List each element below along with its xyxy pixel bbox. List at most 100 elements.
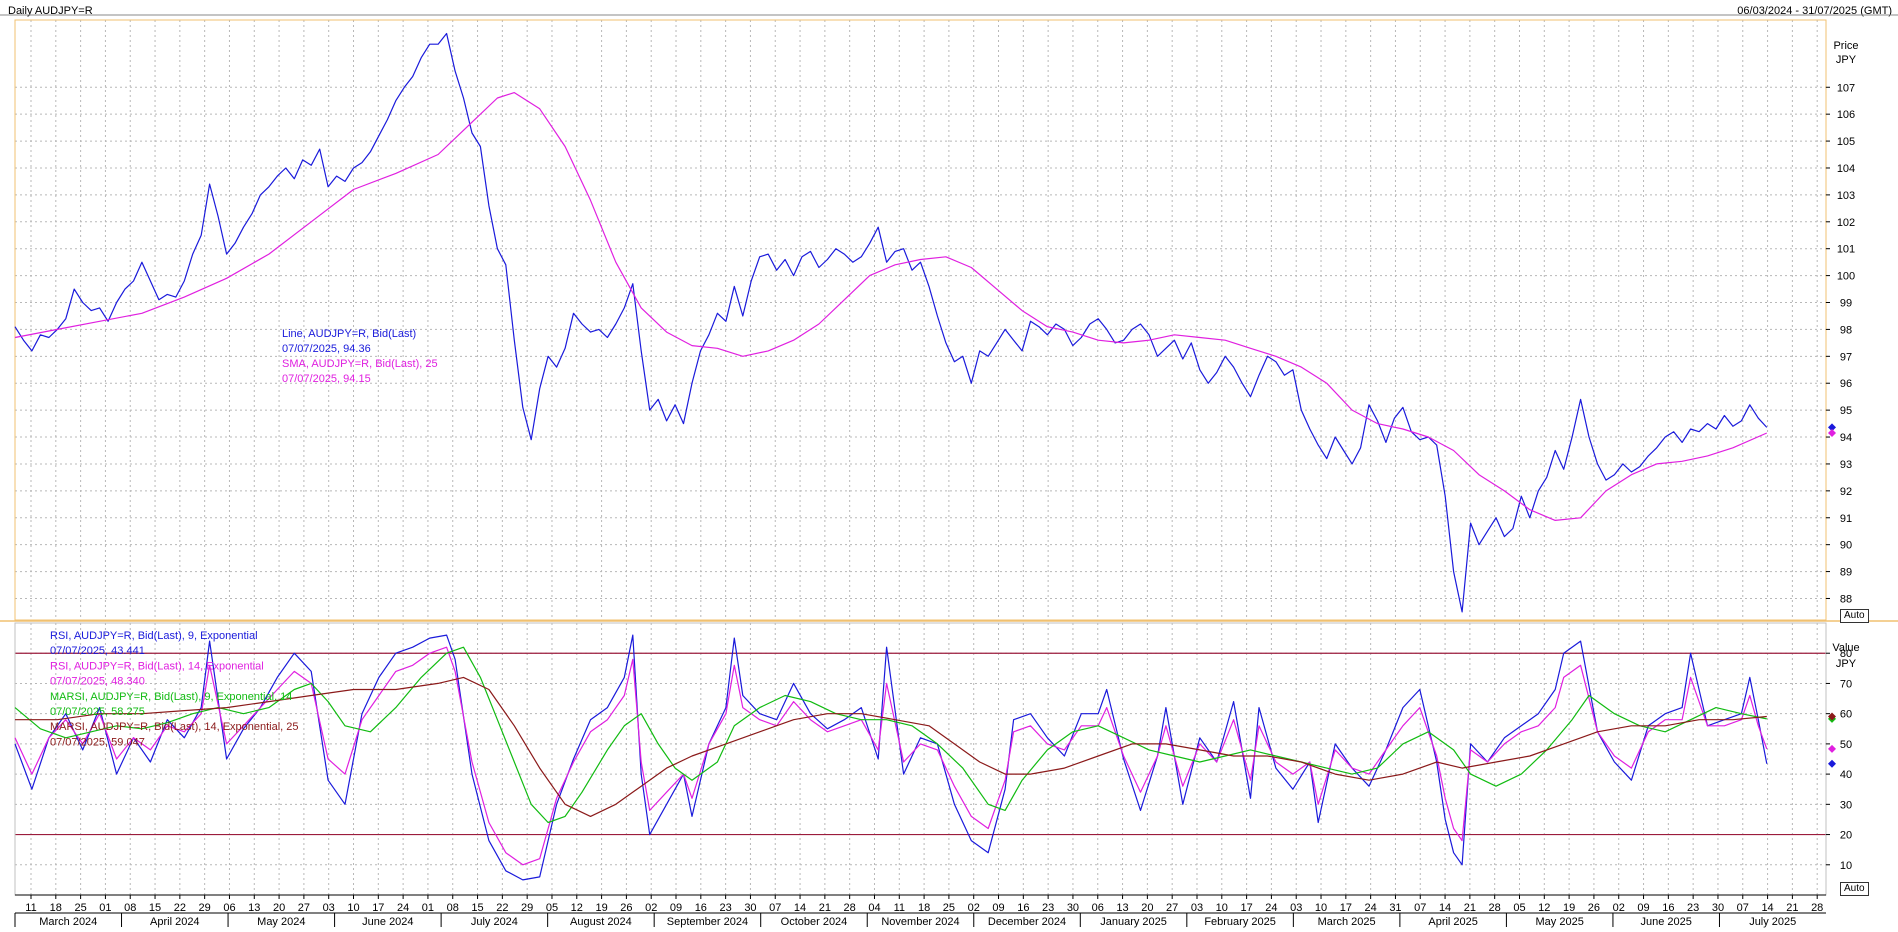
y-tick-label: 90 xyxy=(1840,540,1852,552)
rsi-axis-title: Value xyxy=(1832,642,1859,654)
x-tick-label: 09 xyxy=(992,902,1004,914)
month-label: June 2025 xyxy=(1641,916,1692,928)
rsi-axis-unit: JPY xyxy=(1836,658,1857,670)
rsi-legend-entry: 07/07/2025, 43.441 xyxy=(50,645,145,657)
x-tick-label: 11 xyxy=(25,902,36,914)
y-tick-label: 30 xyxy=(1840,799,1852,811)
x-tick-label: 08 xyxy=(124,902,136,914)
last-value-markers xyxy=(1828,423,1836,768)
y-tick-label: 91 xyxy=(1840,513,1852,525)
month-label: May 2024 xyxy=(257,916,305,928)
y-tick-label: 103 xyxy=(1837,190,1855,202)
rsi-legend-entry: RSI, AUDJPY=R, Bid(Last), 14, Exponentia… xyxy=(50,660,264,672)
x-tick-label: 29 xyxy=(521,902,533,914)
price-legend-entry: 07/07/2025, 94.15 xyxy=(282,373,371,385)
x-tick-label: 08 xyxy=(447,902,459,914)
x-tick-label: 23 xyxy=(1687,902,1699,914)
rsi-legend-entry: MARSI, AUDJPY=R, Bid(Last), 14, Exponent… xyxy=(50,721,299,733)
grid xyxy=(15,20,1826,895)
axes: 11 18 25 01 08 15 22 29 06 13 20 27 03 10 17 24 01 08 15 22… xyxy=(14,40,1860,928)
x-tick-label: 20 xyxy=(273,902,285,914)
x-tick-label: 06 xyxy=(1092,902,1104,914)
month-label: May 2025 xyxy=(1536,916,1584,928)
price-auto-scale-button[interactable]: Auto xyxy=(1840,609,1869,623)
x-tick-label: 23 xyxy=(1042,902,1054,914)
month-label: July 2024 xyxy=(471,916,518,928)
month-label: January 2025 xyxy=(1100,916,1167,928)
x-tick-label: 28 xyxy=(1811,902,1823,914)
y-tick-label: 94 xyxy=(1840,432,1852,444)
x-tick-label: 01 xyxy=(422,902,434,914)
x-tick-label: 09 xyxy=(670,902,682,914)
y-tick-label: 88 xyxy=(1840,593,1852,605)
month-label: November 2024 xyxy=(881,916,959,928)
month-label: March 2024 xyxy=(39,916,97,928)
month-label: October 2024 xyxy=(781,916,848,928)
x-tick-label: 28 xyxy=(844,902,856,914)
y-tick-label: 70 xyxy=(1840,678,1852,690)
y-tick-label: 99 xyxy=(1840,298,1852,310)
x-tick-label: 12 xyxy=(1538,902,1550,914)
month-label: July 2025 xyxy=(1749,916,1796,928)
x-tick-label: 09 xyxy=(1637,902,1649,914)
x-tick-label: 25 xyxy=(943,902,955,914)
y-tick-label: 10 xyxy=(1840,860,1852,872)
x-tick-label: 21 xyxy=(1464,902,1476,914)
y-tick-label: 107 xyxy=(1837,82,1855,94)
x-tick-label: 01 xyxy=(99,902,111,914)
x-tick-label: 07 xyxy=(769,902,781,914)
x-tick-label: 27 xyxy=(1166,902,1178,914)
y-tick-label: 95 xyxy=(1840,405,1852,417)
x-tick-label: 29 xyxy=(199,902,211,914)
x-tick-label: 10 xyxy=(347,902,359,914)
x-tick-label: 13 xyxy=(1116,902,1128,914)
price-panel-frame xyxy=(14,19,1827,621)
x-tick-label: 30 xyxy=(1067,902,1079,914)
x-tick-label: 12 xyxy=(571,902,583,914)
x-tick-label: 05 xyxy=(1513,902,1525,914)
price-axis-unit: JPY xyxy=(1836,54,1857,66)
y-tick-label: 96 xyxy=(1840,378,1852,390)
x-tick-label: 19 xyxy=(595,902,607,914)
x-tick-label: 22 xyxy=(174,902,186,914)
x-tick-label: 03 xyxy=(323,902,335,914)
x-tick-label: 21 xyxy=(1786,902,1798,914)
month-label: April 2024 xyxy=(150,916,200,928)
x-tick-label: 30 xyxy=(1712,902,1724,914)
y-tick-label: 20 xyxy=(1840,830,1852,842)
x-tick-label: 03 xyxy=(1290,902,1302,914)
x-tick-label: 15 xyxy=(471,902,483,914)
x-tick-label: 14 xyxy=(1761,902,1773,914)
x-tick-label: 02 xyxy=(1613,902,1625,914)
x-tick-label: 13 xyxy=(248,902,260,914)
y-tick-label: 93 xyxy=(1840,459,1852,471)
y-tick-label: 101 xyxy=(1837,244,1855,256)
chart-window: Daily AUDJPY=R 06/03/2024 - 31/07/2025 (… xyxy=(0,0,1898,932)
x-tick-label: 16 xyxy=(1017,902,1029,914)
x-tick-label: 28 xyxy=(1489,902,1501,914)
x-tick-label: 05 xyxy=(546,902,558,914)
rsi-legend-entry: 07/07/2025, 59.047 xyxy=(50,736,145,748)
x-tick-label: 21 xyxy=(819,902,831,914)
month-label: April 2025 xyxy=(1428,916,1478,928)
x-tick-label: 14 xyxy=(1439,902,1451,914)
x-tick-label: 11 xyxy=(894,902,905,914)
price-series-1 xyxy=(14,32,1768,613)
rsi-auto-scale-button[interactable]: Auto xyxy=(1840,882,1869,896)
x-tick-label: 07 xyxy=(1737,902,1749,914)
y-tick-label: 89 xyxy=(1840,567,1852,579)
x-tick-label: 14 xyxy=(794,902,806,914)
price-legend-entry: SMA, AUDJPY=R, Bid(Last), 25 xyxy=(282,358,438,370)
x-tick-label: 19 xyxy=(1563,902,1575,914)
x-tick-label: 17 xyxy=(1240,902,1252,914)
y-tick-label: 50 xyxy=(1840,739,1852,751)
x-tick-label: 16 xyxy=(1662,902,1674,914)
y-tick-label: 60 xyxy=(1840,709,1852,721)
x-tick-label: 18 xyxy=(50,902,62,914)
month-label: March 2025 xyxy=(1318,916,1376,928)
x-tick-label: 02 xyxy=(645,902,657,914)
x-tick-label: 24 xyxy=(397,902,409,914)
x-tick-label: 04 xyxy=(868,902,880,914)
chart-canvas[interactable]: 11 18 25 01 08 15 22 29 06 13 20 27 03 10 17 24 01 08 15 22… xyxy=(0,0,1898,932)
y-tick-label: 100 xyxy=(1837,271,1855,283)
